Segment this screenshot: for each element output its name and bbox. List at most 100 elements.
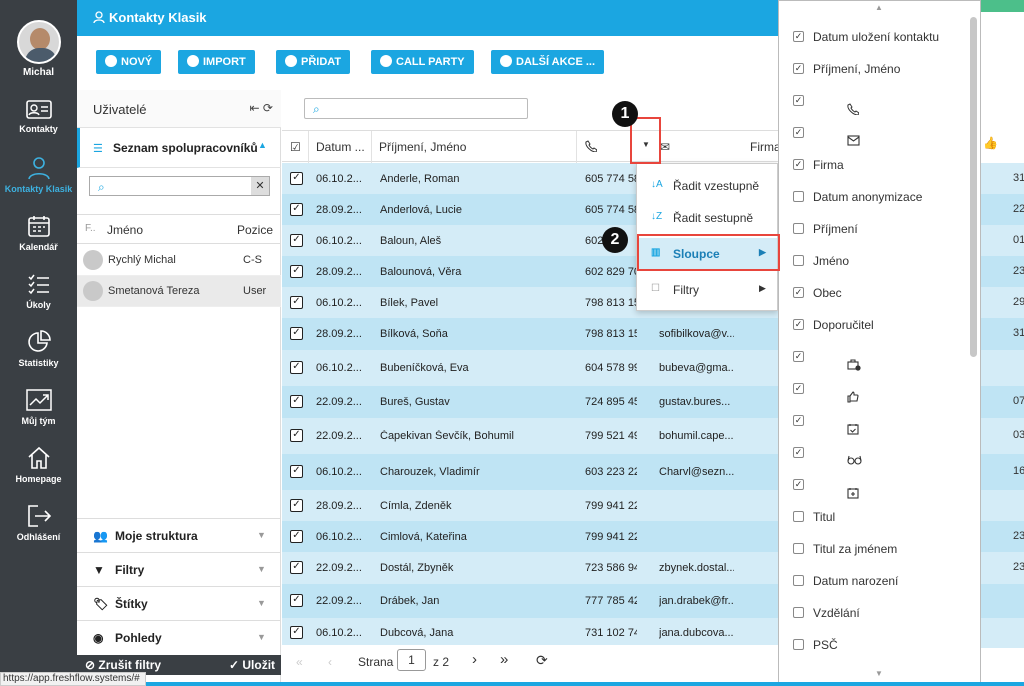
column-toggle-item[interactable]: ✓ <box>779 342 969 374</box>
accordion-my-structure[interactable]: 👥 Moje struktura ▼ <box>77 518 281 552</box>
user-row[interactable]: Rychlý Michal C-S <box>77 245 281 276</box>
user-row[interactable]: Smetanová Tereza User <box>77 276 281 307</box>
column-toggle-item[interactable]: ✓ Firma <box>779 150 969 182</box>
column-toggle-item[interactable]: Titul <box>779 502 969 534</box>
row-checkbox[interactable]: ✓ <box>290 361 303 374</box>
add-button[interactable]: PŘIDAT <box>276 50 351 74</box>
scroll-up-arrow[interactable]: ▲ <box>875 3 883 12</box>
row-checkbox[interactable]: ✓ <box>290 530 303 543</box>
table-row[interactable]: ✓ 22.09.2... Dostál, Zbyněk 723 586 942 zbyn… <box>282 552 778 584</box>
first-page-button[interactable]: « <box>296 655 303 669</box>
col-name-header[interactable]: Jméno <box>107 223 143 237</box>
table-row[interactable]: ✓ 22.09.2... Čapekivan Ševčík, Bohumil 799 … <box>282 418 778 454</box>
nav-item-kalendar[interactable]: Kalendář <box>0 214 77 252</box>
last-page-button[interactable]: » <box>500 651 508 668</box>
column-checkbox[interactable]: ✓ <box>793 31 804 42</box>
clear-filters-button[interactable]: ⊘ Zrušit filtry <box>85 658 161 672</box>
column-toggle-item[interactable]: PSČ <box>779 630 969 662</box>
nav-user[interactable]: Michal <box>0 20 77 78</box>
menu-item-filters[interactable]: ☐ Filtry ▶ <box>637 274 777 306</box>
save-button[interactable]: ✓ Uložit <box>229 658 275 672</box>
column-checkbox[interactable]: ✓ <box>793 127 804 138</box>
column-toggle-item[interactable]: Jméno <box>779 246 969 278</box>
column-toggle-item[interactable]: ✓ Obec <box>779 278 969 310</box>
column-toggle-item[interactable]: ✓ <box>779 374 969 406</box>
column-checkbox[interactable] <box>793 223 804 234</box>
col-date-header[interactable]: Datum ... <box>316 140 365 154</box>
row-checkbox[interactable]: ✓ <box>290 203 303 216</box>
phone-icon[interactable] <box>585 140 598 155</box>
column-checkbox[interactable]: ✓ <box>793 415 804 426</box>
accordion-tags[interactable]: 🏷 Štítky ▼ <box>77 586 281 620</box>
column-toggle-item[interactable]: ✓ <box>779 86 969 118</box>
select-all-checkbox[interactable]: ☑ <box>290 140 301 154</box>
column-checkbox[interactable] <box>793 255 804 266</box>
column-toggle-item[interactable]: Příjmení <box>779 214 969 246</box>
next-page-button[interactable]: › <box>472 651 477 668</box>
prev-page-button[interactable]: ‹ <box>328 655 332 669</box>
more-actions-button[interactable]: DALŠÍ AKCE ... <box>491 50 605 74</box>
coworkers-list-header[interactable]: ☰ Seznam spolupracovníků ▲ <box>77 128 281 168</box>
col-flag-header[interactable]: F.. <box>85 223 96 234</box>
new-button[interactable]: NOVÝ <box>96 50 162 74</box>
row-checkbox[interactable]: ✓ <box>290 296 303 309</box>
column-checkbox[interactable] <box>793 575 804 586</box>
row-checkbox[interactable]: ✓ <box>290 172 303 185</box>
mail-icon[interactable]: ✉ <box>660 140 670 154</box>
column-checkbox[interactable]: ✓ <box>793 287 804 298</box>
nav-item-kontakty[interactable]: Kontakty <box>0 98 77 134</box>
user-avatar[interactable] <box>16 20 61 64</box>
column-toggle-item[interactable]: Vzdělání <box>779 598 969 630</box>
column-checkbox[interactable]: ✓ <box>793 63 804 74</box>
refresh-icon[interactable]: ⟳ <box>536 652 548 669</box>
thumbs-up-icon[interactable]: 👍 <box>983 136 998 150</box>
row-checkbox[interactable]: ✓ <box>290 429 303 442</box>
table-row[interactable]: ✓ 28.09.2... Bílková, Soňa 798 813 155 sofib… <box>282 318 778 350</box>
column-checkbox[interactable] <box>793 191 804 202</box>
column-toggle-item[interactable]: ✓ <box>779 438 969 470</box>
column-checkbox[interactable]: ✓ <box>793 447 804 458</box>
column-toggle-item[interactable]: Titul za jménem <box>779 534 969 566</box>
row-checkbox[interactable]: ✓ <box>290 465 303 478</box>
row-checkbox[interactable]: ✓ <box>290 561 303 574</box>
col-name-header[interactable]: Příjmení, Jméno <box>379 140 466 154</box>
nav-item-odhlaseni[interactable]: Odhlášení <box>0 504 77 542</box>
accordion-views[interactable]: ◉ Pohledy ▼ <box>77 620 281 654</box>
nav-item-ukoly[interactable]: Úkoly <box>0 272 77 310</box>
column-checkbox[interactable] <box>793 639 804 650</box>
column-toggle-item[interactable]: ✓ Doporučitel <box>779 310 969 342</box>
collapse-refresh-icons[interactable]: ⇤ ⟳ <box>250 101 273 115</box>
table-row[interactable]: ✓ 06.10.2... Charouzek, Vladimír 603 223 22… <box>282 454 778 490</box>
row-checkbox[interactable]: ✓ <box>290 234 303 247</box>
column-toggle-item[interactable]: ✓ <box>779 406 969 438</box>
menu-item-sort-desc[interactable]: ↓Z Řadit sestupně <box>637 202 777 234</box>
col-position-header[interactable]: Pozice <box>237 223 273 237</box>
accordion-filters[interactable]: ▼ Filtry ▼ <box>77 552 281 586</box>
column-toggle-item[interactable]: ✓ <box>779 118 969 150</box>
columns-scrollbar[interactable] <box>970 17 977 357</box>
column-checkbox[interactable]: ✓ <box>793 383 804 394</box>
scroll-down-arrow[interactable]: ▼ <box>875 669 883 678</box>
column-checkbox[interactable]: ✓ <box>793 159 804 170</box>
row-checkbox[interactable]: ✓ <box>290 265 303 278</box>
column-toggle-item[interactable]: Datum narození <box>779 566 969 598</box>
column-checkbox[interactable]: ✓ <box>793 95 804 106</box>
grid-search-input[interactable]: ⌕ <box>304 98 528 119</box>
nav-item-muj-tym[interactable]: Můj tým <box>0 388 77 426</box>
clear-search-button[interactable]: ✕ <box>251 177 269 195</box>
nav-item-kontakty-klasik[interactable]: Kontakty Klasik <box>0 156 77 194</box>
import-button[interactable]: IMPORT <box>178 50 255 74</box>
table-row[interactable]: ✓ 06.10.2... Bubeníčková, Eva 604 578 999 bu… <box>282 350 778 386</box>
table-row[interactable]: ✓ 28.09.2... Címla, Zdeněk 799 941 222 <box>282 490 778 521</box>
column-checkbox[interactable]: ✓ <box>793 479 804 490</box>
table-row[interactable]: ✓ 06.10.2... Cimlová, Kateřina 799 941 222 <box>282 521 778 552</box>
table-row[interactable]: ✓ 22.09.2... Drábek, Jan 777 785 428 jan.dra… <box>282 584 778 618</box>
column-checkbox[interactable]: ✓ <box>793 351 804 362</box>
menu-item-sort-asc[interactable]: ↓A Řadit vzestupně <box>637 170 777 202</box>
row-checkbox[interactable]: ✓ <box>290 395 303 408</box>
column-toggle-item[interactable]: ✓ <box>779 470 969 502</box>
nav-item-statistiky[interactable]: Statistiky <box>0 330 77 368</box>
column-checkbox[interactable] <box>793 543 804 554</box>
call-party-button[interactable]: CALL PARTY <box>371 50 474 74</box>
column-toggle-item[interactable]: ✓ Příjmení, Jméno <box>779 54 969 86</box>
